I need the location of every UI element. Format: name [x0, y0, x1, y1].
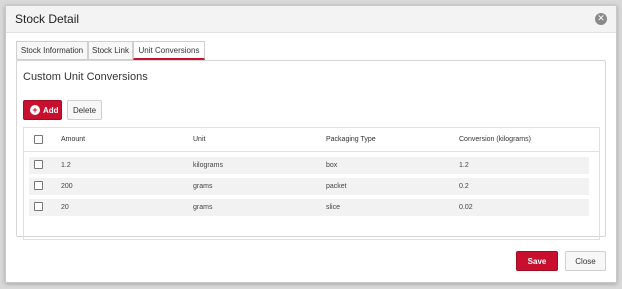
dialog-title: Stock Detail [15, 12, 80, 26]
tab-stock-information[interactable]: Stock Information [16, 41, 88, 60]
close-button-label: Close [575, 257, 596, 266]
panel-title: Custom Unit Conversions [23, 71, 148, 83]
table-row[interactable]: 1.2 kilograms box 1.2 [29, 157, 589, 174]
tab-unit-conversions[interactable]: Unit Conversions [133, 41, 205, 60]
close-icon[interactable]: ✕ [595, 13, 607, 25]
cell-conversion: 0.2 [459, 183, 469, 190]
close-button[interactable]: Close [565, 251, 606, 271]
plus-circle-icon: + [30, 105, 40, 115]
cell-packaging-type: packet [326, 183, 347, 190]
cell-unit: grams [193, 183, 213, 190]
add-button-label: Add [43, 106, 59, 115]
cell-amount: 200 [61, 183, 73, 190]
table-row[interactable]: 20 grams slice 0.02 [29, 199, 589, 216]
cell-packaging-type: box [326, 162, 338, 169]
row-checkbox[interactable] [34, 181, 43, 190]
cell-conversion: 1.2 [459, 162, 469, 169]
add-button[interactable]: + Add [23, 100, 62, 120]
table-row[interactable]: 200 grams packet 0.2 [29, 178, 589, 195]
column-header-packaging-type[interactable]: Packaging Type [326, 136, 376, 143]
column-header-conversion[interactable]: Conversion (kilograms) [459, 136, 531, 143]
cell-unit: grams [193, 204, 213, 211]
conversions-table: Amount Unit Packaging Type Conversion (k… [23, 127, 600, 240]
unit-conversions-panel: Custom Unit Conversions + Add Delete Amo… [16, 60, 606, 240]
delete-button-label: Delete [72, 106, 97, 115]
row-checkbox[interactable] [34, 160, 43, 169]
row-checkbox[interactable] [34, 202, 43, 211]
stock-detail-dialog: Stock Detail ✕ Stock Information Stock L… [5, 5, 617, 283]
save-button-label: Save [527, 257, 547, 266]
dialog-header: Stock Detail ✕ [6, 6, 616, 33]
cell-amount: 1.2 [61, 162, 71, 169]
column-header-amount[interactable]: Amount [61, 136, 85, 143]
tab-stock-link[interactable]: Stock Link [88, 41, 133, 60]
cell-packaging-type: slice [326, 204, 341, 211]
column-header-unit[interactable]: Unit [193, 136, 205, 143]
delete-button[interactable]: Delete [67, 100, 102, 120]
cell-amount: 20 [61, 204, 69, 211]
save-button[interactable]: Save [516, 251, 558, 271]
select-all-checkbox[interactable] [34, 135, 43, 144]
table-header: Amount Unit Packaging Type Conversion (k… [24, 128, 599, 152]
cell-conversion: 0.02 [459, 204, 473, 211]
cell-unit: kilograms [193, 162, 223, 169]
